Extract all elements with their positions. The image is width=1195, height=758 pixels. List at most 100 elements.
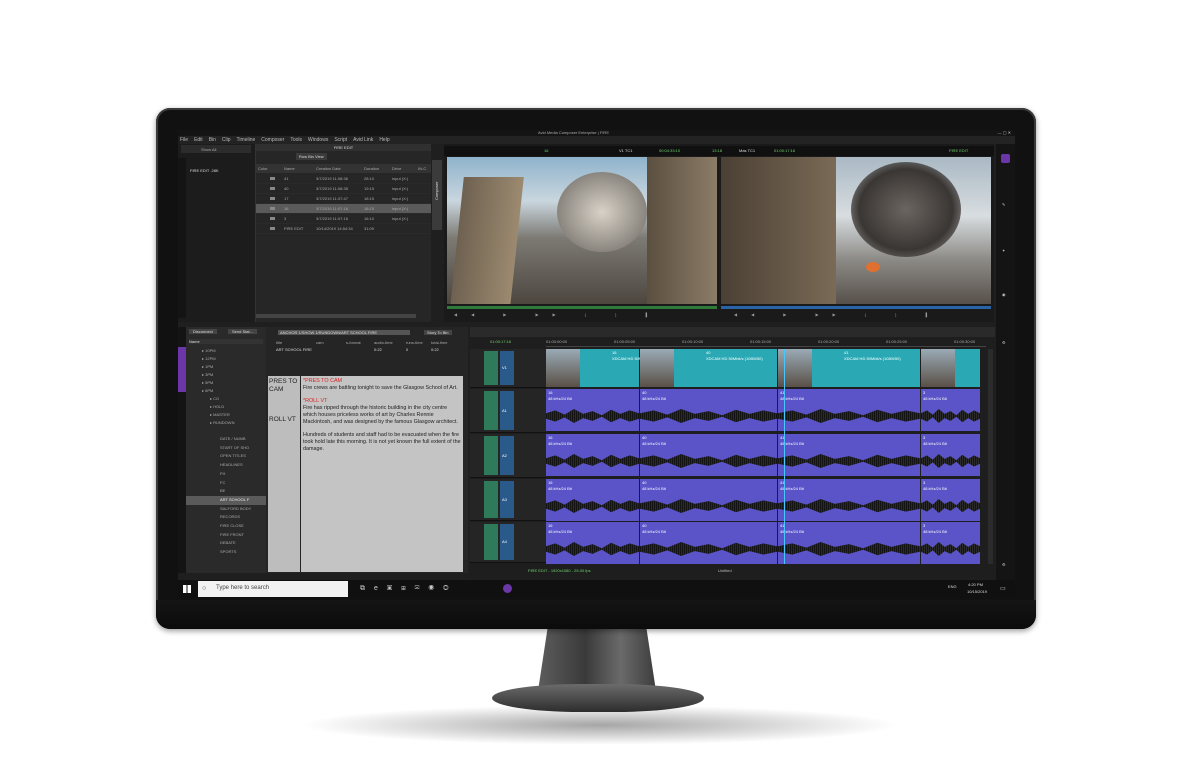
record-transport-controls[interactable]: ◀◀ ▶ ▶▶ { } ▌ — [734, 312, 942, 317]
story-value-runs-time[interactable]: 0 — [406, 347, 408, 352]
bin-row[interactable]: 41 3/7/2019 11:08:36 28:10 input (X:) — [256, 174, 431, 184]
rundown-item[interactable]: FH — [186, 470, 266, 479]
rundown-item[interactable]: FIRE FRONT — [186, 531, 266, 540]
clock-date[interactable]: 10/15/2019 — [967, 589, 987, 594]
bin-row[interactable]: 40 3/7/2019 11:08:35 19:15 input (X:) — [256, 184, 431, 194]
record-monitor-image[interactable] — [721, 157, 991, 304]
language-indicator[interactable]: ENG — [948, 584, 957, 589]
video-clip[interactable]: 40 XDCAM HD 50Mbit/s (1080i/50) — [640, 349, 777, 387]
avid-taskbar-icon[interactable] — [503, 584, 512, 593]
audio-clip[interactable]: 41 48 kHz/24 Bit — [778, 522, 920, 564]
tree-node-5pm[interactable]: ▸ 5PM — [202, 379, 266, 387]
audio-clip[interactable]: 3 48 kHz/24 Bit — [921, 389, 980, 431]
rundown-item[interactable]: SPORTS — [186, 548, 266, 557]
audio-clip[interactable]: 16 48 kHz/24 Bit — [546, 434, 639, 476]
bin-column-creation-date[interactable]: Creation Date — [316, 166, 341, 171]
audio-clip[interactable]: 41 48 kHz/24 Bit — [778, 434, 920, 476]
track-header-a3[interactable]: A3 — [470, 479, 546, 521]
menu-item-windows[interactable]: Windows — [308, 137, 328, 143]
bin-scrollbar[interactable] — [256, 314, 416, 318]
gear-icon[interactable]: ⚙ — [1002, 562, 1006, 567]
script-text[interactable]: *PRES TO CAM Fire crews are battling ton… — [301, 376, 463, 572]
rundown-item[interactable]: DEBATE — [186, 539, 266, 548]
tree-node-cg[interactable]: ▸ CG — [202, 395, 266, 403]
track-header-a1[interactable]: A1 — [470, 389, 546, 433]
avid-icon[interactable] — [1001, 154, 1010, 163]
tree-node-master[interactable]: ▸ MASTER — [202, 411, 266, 419]
tree-node-3pm[interactable]: ▸ 3PM — [202, 371, 266, 379]
bin-column-in-c[interactable]: IN-C — [418, 166, 426, 171]
video-clip[interactable]: 41 XDCAM HD 50Mbit/s (1080i/50) — [778, 349, 920, 387]
menu-item-bin[interactable]: Bin — [209, 137, 216, 143]
bin-row[interactable]: 3 3/7/2019 11:07:16 16:10 input (X:) — [256, 214, 431, 224]
bin-column-color[interactable]: Color — [258, 166, 268, 171]
audio-clip[interactable]: 16 48 kHz/24 Bit — [546, 389, 639, 431]
rundown-item[interactable]: START OF SHO — [186, 444, 266, 453]
bin-column-drive[interactable]: Drive — [392, 166, 401, 171]
bin-row[interactable]: 16 3/7/2019 11:07:16 18:15 input (X:) — [256, 204, 431, 214]
rundown-item[interactable]: BE — [186, 487, 266, 496]
story-value-audio-time[interactable]: 0:22 — [374, 347, 382, 352]
effects-icon[interactable]: ✦ — [1002, 248, 1005, 253]
send-status-button[interactable]: Send Stat... — [228, 329, 257, 334]
tree-node-12pm[interactable]: ▸ 12PM — [202, 355, 266, 363]
story-value-total-time[interactable]: 0:22 — [431, 347, 439, 352]
playhead[interactable] — [784, 349, 785, 564]
audio-clip[interactable]: 40 48 kHz/24 Bit — [640, 479, 777, 521]
bin-column-name[interactable]: Name — [284, 166, 295, 171]
show-all-dropdown[interactable]: Show All — [181, 145, 251, 153]
audio-clip[interactable]: 3 48 kHz/24 Bit — [921, 479, 980, 521]
audio-clip[interactable]: 40 48 kHz/24 Bit — [640, 522, 777, 564]
tree-node-6pm[interactable]: ▸ 6PM — [202, 387, 266, 395]
story-to-bin-button[interactable]: Story To Bin — [424, 330, 452, 335]
notification-icon[interactable]: ▭ — [1000, 585, 1006, 592]
story-value-title[interactable]: ART SCHOOL FIRE — [276, 347, 312, 352]
settings-icon[interactable]: ⚙ — [1002, 340, 1006, 345]
source-monitor-image[interactable] — [447, 157, 717, 304]
bin-row[interactable]: 17 3/7/2019 11:07:47 18:15 input (X:) — [256, 194, 431, 204]
track-patch[interactable] — [484, 481, 498, 518]
track-patch[interactable] — [484, 436, 498, 475]
menu-item-timeline[interactable]: Timeline — [237, 137, 256, 143]
video-clip[interactable]: 3 — [921, 349, 980, 387]
audio-clip[interactable]: 40 48 kHz/24 Bit — [640, 389, 777, 431]
audio-clip[interactable]: 3 48 kHz/24 Bit — [921, 434, 980, 476]
taskbar-pinned-apps[interactable]: ⧉e▣⊞✉◉◎ — [360, 585, 458, 593]
audio-clip[interactable]: 41 48 kHz/24 Bit — [778, 479, 920, 521]
tree-node-rundown[interactable]: ▸ RUNDOWN — [202, 419, 266, 427]
audio-clip[interactable]: 41 48 kHz/24 Bit — [778, 389, 920, 431]
taskbar-search-box[interactable]: ○ Type here to search — [198, 581, 348, 597]
clock-time[interactable]: 4:20 PM — [968, 582, 983, 587]
audio-icon[interactable]: ◉ — [1002, 292, 1006, 297]
timeline-tracks[interactable]: 16XDCAM HD 50Mbit/s (1080i/50)40XDCAM HD… — [546, 349, 986, 564]
track-patch[interactable] — [484, 524, 498, 560]
timeline-ruler[interactable]: 01:00:00:00 01:00:05:00 01:00:10:00 01:00:1… — [546, 338, 986, 347]
rundown-item[interactable]: FC — [186, 479, 266, 488]
timeline-scrollbar[interactable] — [988, 349, 993, 564]
tree-node-hold[interactable]: ▸ HOLD — [202, 403, 266, 411]
windows-start-icon[interactable] — [183, 585, 191, 593]
track-header-a4[interactable]: A4 — [470, 522, 546, 563]
menu-item-avid-link[interactable]: Avid Link — [353, 137, 373, 143]
menu-item-file[interactable]: File — [180, 137, 188, 143]
bin-row[interactable]: FIRE EDIT 10/14/2019 14:54:34 31:09 — [256, 224, 431, 234]
menu-item-clip[interactable]: Clip — [222, 137, 231, 143]
menu-item-edit[interactable]: Edit — [194, 137, 203, 143]
bin-column-duration[interactable]: Duration — [364, 166, 379, 171]
audio-clip[interactable]: 16 48 kHz/24 Bit — [546, 479, 639, 521]
timeline-toolbar[interactable] — [470, 327, 995, 337]
record-position-bar[interactable] — [721, 306, 991, 309]
rundown-item[interactable]: FIRE CLOSE — [186, 522, 266, 531]
menu-item-help[interactable]: Help — [379, 137, 389, 143]
track-header-a2[interactable]: A2 — [470, 434, 546, 478]
rundown-item[interactable]: ART SCHOOL F — [186, 495, 266, 505]
track-patch[interactable] — [484, 351, 498, 385]
encs-tools-tab[interactable] — [178, 347, 186, 392]
pen-icon[interactable]: ✎ — [1002, 202, 1005, 207]
rundown-item[interactable]: DATE / NUMB — [186, 435, 266, 444]
cue-roll-vt[interactable]: ROLL VT — [269, 416, 299, 424]
rundown-item[interactable]: SALFORD BODY — [186, 505, 266, 514]
source-position-bar[interactable] — [447, 306, 717, 309]
bin-item[interactable]: FIRE EDIT .28K — [190, 168, 219, 173]
rundown-item[interactable]: HEADLINES — [186, 461, 266, 470]
